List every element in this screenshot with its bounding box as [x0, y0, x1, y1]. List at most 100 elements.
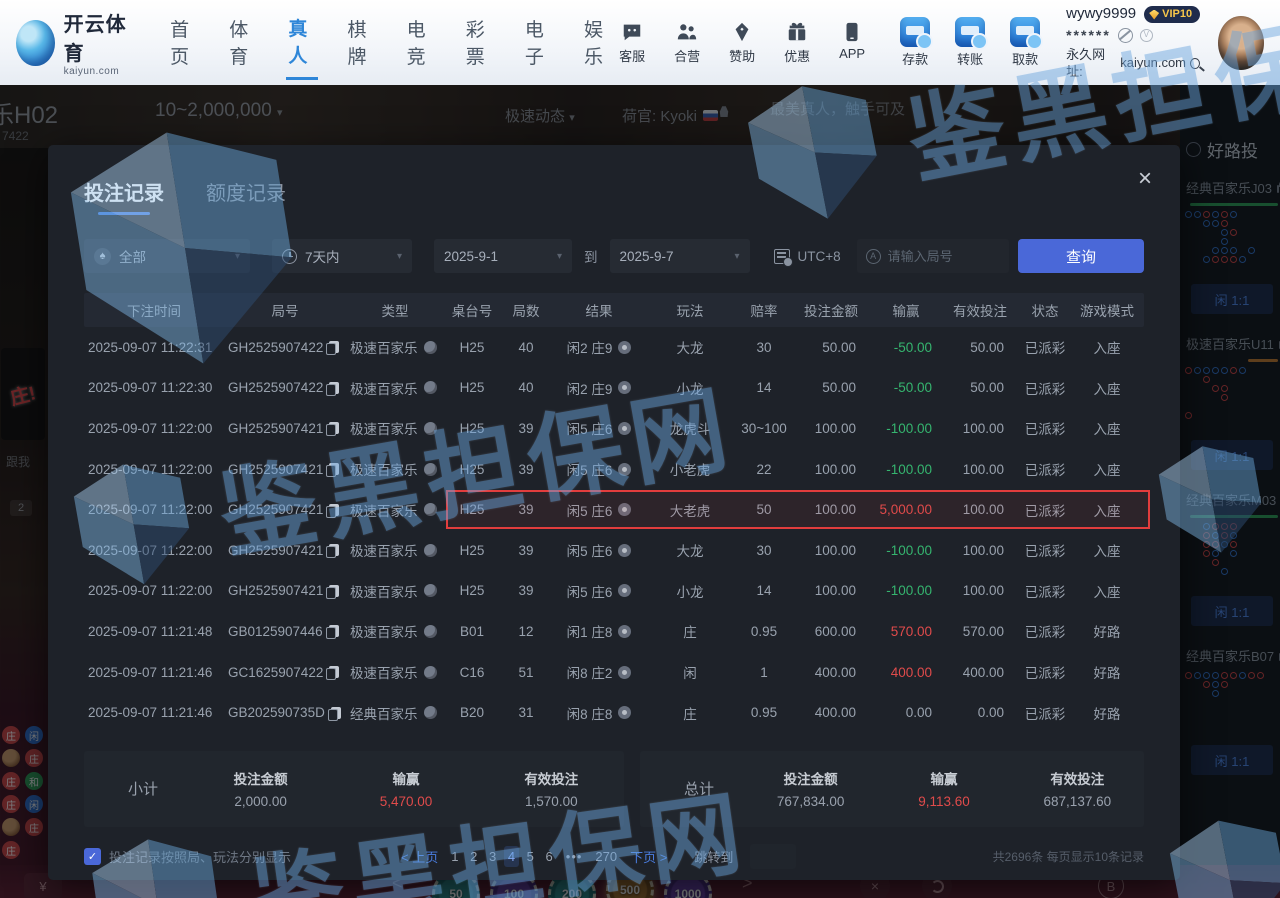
eye-icon[interactable]	[618, 341, 631, 354]
cell-odds: 0.95	[751, 624, 777, 639]
nav-item[interactable]: 真人	[286, 6, 318, 80]
copy-icon[interactable]	[329, 625, 339, 637]
page-number[interactable]: 5	[523, 846, 538, 867]
next-page-button[interactable]: 下页 >	[630, 847, 667, 866]
copy-icon[interactable]	[329, 544, 339, 556]
nav-item[interactable]: 电子	[523, 7, 555, 78]
table-row[interactable]: 2025-09-07 11:22:30 GH2525907422 极速百家乐 H…	[84, 368, 1144, 409]
game-type-dropdown[interactable]: ♠ 全部 ▾	[84, 239, 250, 273]
v-circle-icon[interactable]: V	[1140, 29, 1153, 42]
table-row[interactable]: 2025-09-07 11:21:48 GB0125907446 极速百家乐 B…	[84, 611, 1144, 652]
partnership-button[interactable]: 合营	[669, 21, 705, 65]
permanent-url[interactable]: kaiyun.com	[1120, 54, 1186, 72]
eye-icon[interactable]	[618, 544, 631, 557]
info-icon[interactable]	[424, 584, 437, 597]
copy-icon[interactable]	[331, 707, 341, 719]
promotions-button[interactable]: 优惠	[779, 21, 815, 65]
table-row[interactable]: 2025-09-07 11:21:46 GC1625907422 极速百家乐 C…	[84, 652, 1144, 693]
copy-icon[interactable]	[329, 341, 339, 353]
info-icon[interactable]	[424, 341, 437, 354]
nav-item[interactable]: 娱乐	[582, 7, 614, 78]
total-label: 总计	[684, 778, 744, 799]
prev-page-button[interactable]: < 上页	[401, 847, 438, 866]
date-range-dropdown[interactable]: 7天内 ▾	[272, 239, 412, 273]
info-icon[interactable]	[424, 463, 437, 476]
withdraw-button[interactable]: 取款	[1006, 17, 1044, 68]
nav-item[interactable]: 首页	[168, 7, 200, 78]
cell-time: 2025-09-07 11:21:46	[84, 705, 212, 720]
cell-status: 已派彩	[1025, 662, 1066, 682]
query-button[interactable]: 查询	[1018, 239, 1144, 273]
round-id-search[interactable]: A	[857, 239, 1009, 273]
main-nav: 首页 体育 真人 棋牌 电竞 彩票 电子 娱乐	[168, 6, 614, 80]
copy-icon[interactable]	[329, 382, 339, 394]
copy-icon[interactable]	[329, 585, 339, 597]
deposit-button[interactable]: 存款	[896, 17, 934, 68]
eye-icon[interactable]	[618, 463, 631, 476]
cell-game-type: 极速百家乐	[346, 418, 437, 438]
app-download-button[interactable]: APP	[834, 21, 870, 65]
date-from-dropdown[interactable]: 2025-9-1 ▾	[434, 239, 572, 273]
cell-game-mode: 入座	[1094, 459, 1121, 479]
close-icon[interactable]: ×	[1138, 167, 1152, 191]
display-mode-checkbox[interactable]: ✓ 投注记录按照局、玩法分别显示	[84, 847, 291, 866]
column-header: 游戏模式	[1080, 300, 1134, 320]
eye-icon[interactable]	[618, 706, 631, 719]
table-row[interactable]: 2025-09-07 11:22:00 GH2525907421 极速百家乐 H…	[84, 571, 1144, 612]
table-row[interactable]: 2025-09-07 11:22:31 GH2525907422 极速百家乐 H…	[84, 327, 1144, 368]
jump-to-input[interactable]	[750, 844, 796, 869]
eye-icon[interactable]	[618, 666, 631, 679]
eye-icon[interactable]	[618, 503, 631, 516]
table-row[interactable]: 2025-09-07 11:22:00 GH2525907421 极速百家乐 H…	[84, 408, 1144, 449]
modal-tab[interactable]: 额度记录	[206, 177, 286, 215]
eye-icon[interactable]	[618, 625, 631, 638]
round-id-input[interactable]	[888, 249, 1000, 264]
page-number[interactable]: 2	[466, 846, 481, 867]
copy-icon[interactable]	[329, 422, 339, 434]
info-icon[interactable]	[424, 422, 437, 435]
copy-icon[interactable]	[329, 666, 339, 678]
page-number[interactable]: 3	[485, 846, 500, 867]
cell-table-no: B20	[460, 705, 484, 720]
page-number[interactable]: 1	[447, 846, 462, 867]
transfer-button[interactable]: 转账	[951, 17, 989, 68]
info-icon[interactable]	[424, 381, 437, 394]
info-icon[interactable]	[424, 503, 437, 516]
eye-icon[interactable]	[618, 381, 631, 394]
search-icon[interactable]	[1190, 58, 1200, 69]
modal-tab[interactable]: 投注记录	[84, 177, 164, 215]
site-logo[interactable]: 开云体育 kaiyun.com	[16, 8, 134, 77]
customer-service-button[interactable]: 客服	[614, 21, 650, 65]
cell-play-type: 小龙	[677, 378, 704, 398]
info-icon[interactable]	[424, 625, 437, 638]
nav-item[interactable]: 电竞	[405, 7, 437, 78]
pages-ellipsis: •••	[566, 849, 583, 864]
info-icon[interactable]	[424, 544, 437, 557]
vip-badge: VIP10	[1144, 6, 1200, 23]
checkbox-checked-icon[interactable]: ✓	[84, 848, 101, 865]
last-page-number[interactable]: 270	[591, 846, 621, 867]
table-row[interactable]: 2025-09-07 11:22:00 GH2525907421 极速百家乐 H…	[84, 489, 1144, 530]
sponsor-button[interactable]: 赞助	[724, 21, 760, 65]
nav-item[interactable]: 彩票	[464, 7, 496, 78]
page-number[interactable]: 6	[542, 846, 557, 867]
table-row[interactable]: 2025-09-07 11:21:46 GB202590735D 经典百家乐 B…	[84, 692, 1144, 733]
info-icon[interactable]	[424, 706, 437, 719]
nav-item[interactable]: 棋牌	[345, 7, 377, 78]
table-row[interactable]: 2025-09-07 11:22:00 GH2525907421 极速百家乐 H…	[84, 449, 1144, 490]
copy-icon[interactable]	[329, 504, 339, 516]
copy-icon[interactable]	[329, 463, 339, 475]
eye-icon[interactable]	[618, 584, 631, 597]
column-header: 投注金额	[804, 300, 858, 320]
info-icon[interactable]	[424, 666, 437, 679]
page-number[interactable]: 4	[504, 846, 519, 867]
nav-item[interactable]: 体育	[227, 7, 259, 78]
cell-result: 闲2 庄9	[567, 337, 632, 357]
user-avatar[interactable]	[1218, 16, 1264, 70]
table-row[interactable]: 2025-09-07 11:22:00 GH2525907421 极速百家乐 H…	[84, 530, 1144, 571]
cell-result: 闲5 庄6	[567, 581, 632, 601]
permanent-url-label: 永久网址:	[1066, 46, 1116, 81]
eye-off-icon[interactable]	[1118, 28, 1133, 43]
date-to-dropdown[interactable]: 2025-9-7 ▾	[610, 239, 750, 273]
eye-icon[interactable]	[618, 422, 631, 435]
